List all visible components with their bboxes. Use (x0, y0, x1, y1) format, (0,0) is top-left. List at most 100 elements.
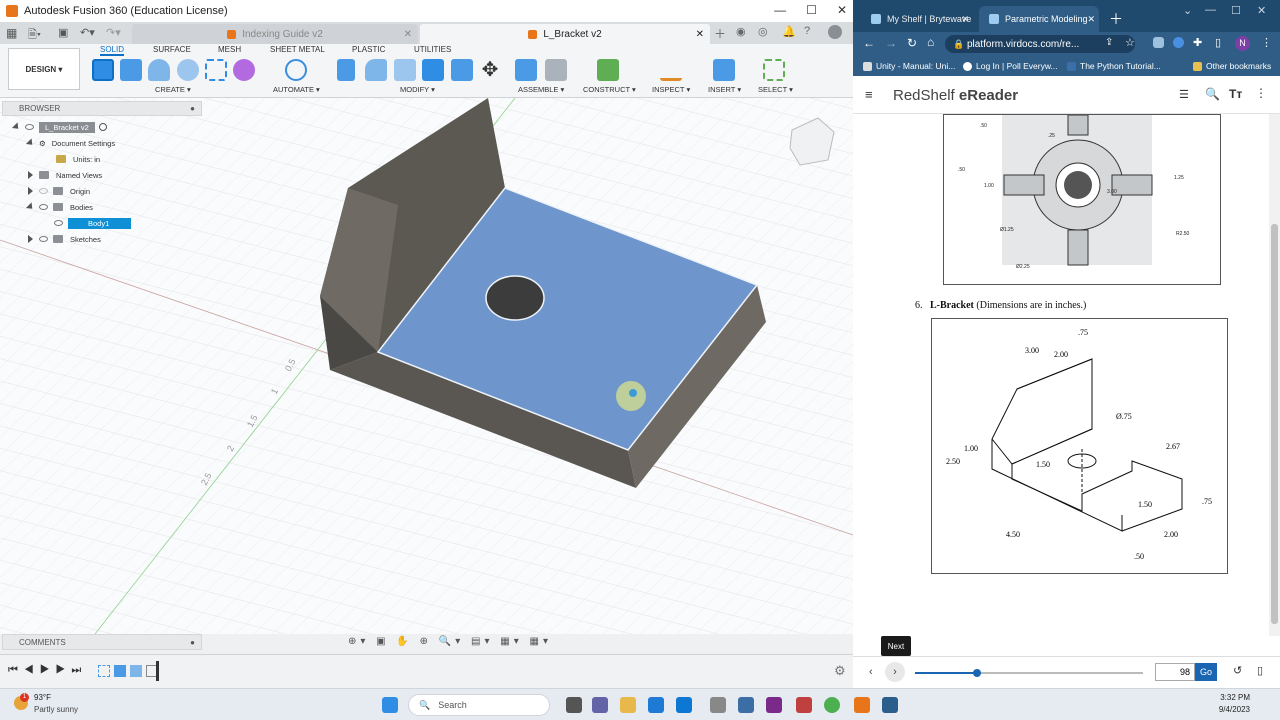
app-icon[interactable] (766, 697, 782, 713)
table-of-contents-icon[interactable]: ☰ (1179, 88, 1189, 101)
side-panel-icon[interactable]: ▯ (1215, 36, 1221, 49)
tab-close-icon[interactable]: ✕ (404, 29, 412, 40)
navigation-bar[interactable]: ⊕▾ ▣ ✋ ⊕ 🔍▾ ▤▾ ▦▾ ▦▾ (348, 636, 552, 647)
group-assemble[interactable]: ASSEMBLE ▾ (518, 85, 564, 94)
tree-item-origin[interactable]: Origin (28, 184, 90, 198)
share-icon[interactable]: ⇪ (1105, 37, 1113, 48)
group-select[interactable]: SELECT ▾ (758, 85, 793, 94)
tab-close-icon[interactable]: ✕ (961, 14, 969, 25)
reload-icon[interactable]: ↻ (907, 36, 917, 50)
tab-surface[interactable]: SURFACE (153, 45, 191, 54)
comments-panel[interactable]: COMMENTS ● (2, 634, 202, 650)
bookmark-unity[interactable]: Unity - Manual: Uni... (863, 61, 955, 71)
timeline-extrude-icon[interactable] (130, 665, 142, 677)
joint-icon[interactable] (545, 59, 567, 81)
extensions-icon[interactable]: ◉ (736, 25, 746, 38)
page-slider[interactable] (915, 669, 1143, 677)
new-component-icon[interactable] (515, 59, 537, 81)
shell-icon[interactable] (422, 59, 444, 81)
reader-content[interactable]: .50 .25 .50 1.25 3.00 1.00 R2.50 Ø1.25 Ø… (853, 114, 1269, 636)
profile-avatar[interactable]: N (1235, 36, 1250, 51)
tree-item-sketches[interactable]: Sketches (28, 232, 101, 246)
forward-icon[interactable]: → (885, 36, 897, 50)
visibility-icon[interactable] (39, 236, 48, 242)
hamburger-menu-icon[interactable]: ≡ (865, 87, 873, 102)
expand-icon[interactable] (28, 235, 33, 243)
settings-gear-icon[interactable]: ⚙ (834, 663, 846, 679)
group-create[interactable]: CREATE ▾ (155, 85, 191, 94)
close-icon[interactable]: ✕ (1257, 4, 1266, 17)
create-sketch-icon[interactable] (92, 59, 114, 81)
pin-icon[interactable]: ● (190, 104, 195, 113)
extension-icon[interactable] (1153, 37, 1164, 48)
save-icon[interactable]: ▣ (58, 26, 68, 39)
expand-icon[interactable] (28, 187, 33, 195)
maximize-icon[interactable]: ☐ (1231, 4, 1241, 17)
bookmark-star-icon[interactable]: ☆ (1125, 36, 1135, 49)
minimize-icon[interactable]: — (1205, 4, 1216, 16)
tab-plastic[interactable]: PLASTIC (352, 45, 385, 54)
next-page-icon[interactable]: › (885, 662, 905, 682)
tab-utilities[interactable]: UTILITIES (414, 45, 451, 54)
design-workspace-button[interactable]: DESIGN ▾ (8, 48, 80, 90)
group-construct[interactable]: CONSTRUCT ▾ (583, 85, 636, 94)
extension-icon[interactable] (1173, 37, 1184, 48)
mail-icon[interactable] (676, 697, 692, 713)
group-modify[interactable]: MODIFY ▾ (400, 85, 435, 94)
task-view-icon[interactable] (566, 697, 582, 713)
tab-mesh[interactable]: MESH (218, 45, 241, 54)
bookmark-poll-everywhere[interactable]: Log In | Poll Everyw... (963, 61, 1058, 71)
app-icon[interactable] (796, 697, 812, 713)
chrome-icon[interactable] (824, 697, 840, 713)
back-icon[interactable]: ← (863, 36, 875, 50)
notifications-icon[interactable]: 🔔 (782, 25, 796, 38)
group-automate[interactable]: AUTOMATE ▾ (273, 85, 320, 94)
scrollbar-thumb[interactable] (1271, 224, 1278, 624)
grid-menu-icon[interactable]: ▦ (6, 26, 17, 40)
combine-icon[interactable] (451, 59, 473, 81)
tree-item-body1[interactable]: Body1 (54, 216, 132, 230)
help-icon[interactable]: ? (804, 25, 810, 37)
timeline-extrude-icon[interactable] (114, 665, 126, 677)
activate-icon[interactable] (98, 123, 107, 131)
maximize-icon[interactable]: ☐ (806, 3, 817, 17)
automate-icon[interactable] (285, 59, 307, 81)
job-status-icon[interactable]: ◎ (758, 25, 768, 38)
previous-page-icon[interactable]: ‹ (869, 666, 873, 678)
bookmark-other[interactable]: Other bookmarks (1193, 61, 1271, 71)
tab-sheet-metal[interactable]: SHEET METAL (270, 45, 325, 54)
tab-search-icon[interactable]: ⌄ (1183, 4, 1192, 17)
new-tab-icon[interactable]: ＋ (1109, 9, 1123, 29)
app-icon[interactable] (738, 697, 754, 713)
expand-icon[interactable] (25, 202, 36, 212)
home-icon[interactable]: ⌂ (927, 35, 934, 49)
timeline-marker[interactable] (156, 661, 159, 681)
tab-solid[interactable]: SOLID (100, 45, 125, 56)
puzzle-extensions-icon[interactable]: ✚ (1193, 36, 1202, 49)
tab-close-icon[interactable]: ✕ (696, 29, 704, 40)
insert-image-icon[interactable] (713, 59, 735, 81)
go-button[interactable]: Go (1195, 663, 1217, 681)
group-inspect[interactable]: INSPECT ▾ (652, 85, 690, 94)
bookmark-page-icon[interactable]: ▯ (1257, 664, 1263, 677)
group-insert[interactable]: INSERT ▾ (708, 85, 741, 94)
chamfer-icon[interactable] (394, 59, 416, 81)
taskbar-search[interactable]: 🔍 Search (408, 694, 550, 716)
more-options-icon[interactable]: ⋮ (1255, 86, 1267, 100)
visibility-icon[interactable] (54, 220, 63, 226)
visibility-icon[interactable] (25, 124, 34, 130)
search-icon[interactable]: 🔍 (1205, 87, 1220, 101)
move-icon[interactable]: ✥ (479, 59, 501, 81)
pattern-icon[interactable] (205, 59, 227, 81)
browser-header[interactable]: BROWSER ● (2, 101, 202, 116)
close-icon[interactable]: ✕ (837, 3, 847, 17)
file-icon[interactable]: 🗎▾ (28, 26, 41, 45)
pin-icon[interactable]: ● (190, 638, 195, 647)
extrude-icon[interactable] (120, 59, 142, 81)
expand-icon[interactable] (11, 122, 22, 132)
tree-item-named-views[interactable]: Named Views (28, 168, 102, 182)
visibility-icon[interactable] (39, 188, 48, 194)
start-icon[interactable] (382, 697, 398, 713)
page-scrollbar[interactable] (1269, 114, 1280, 636)
visibility-icon[interactable] (39, 204, 48, 210)
